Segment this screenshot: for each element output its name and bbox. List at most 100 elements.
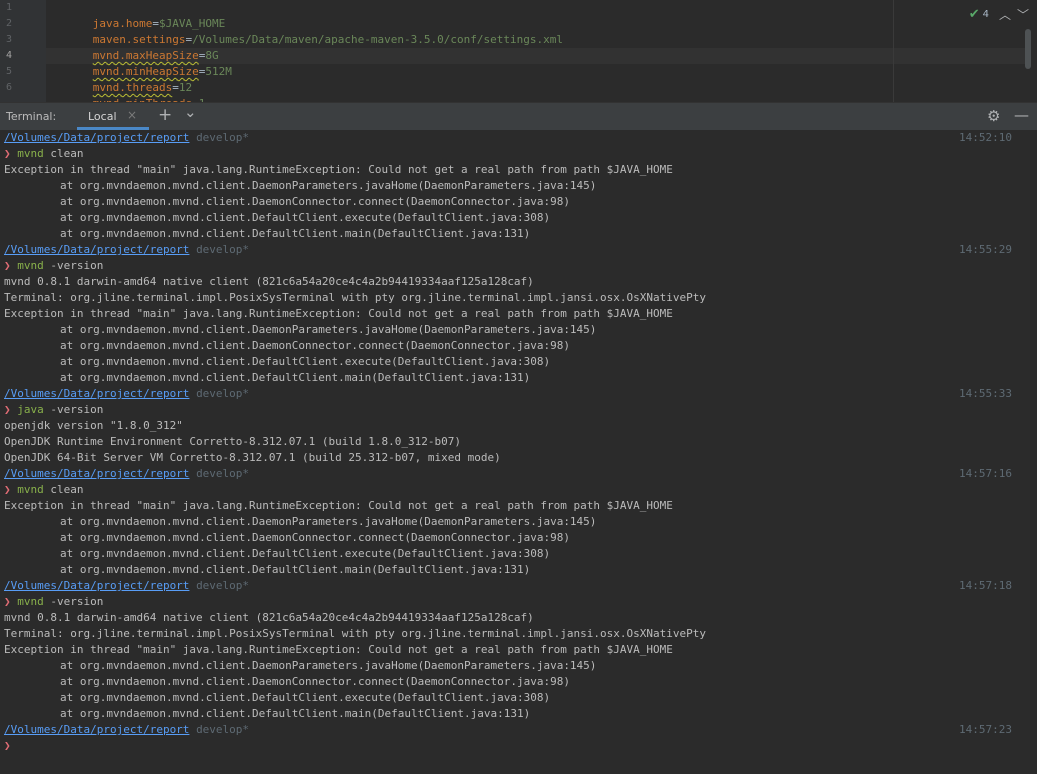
command-name: java [17,403,44,416]
line-number: 2 [5,18,12,29]
prompt-timestamp: 14:52:10 [959,131,1012,144]
prompt-timestamp: 14:55:29 [959,243,1012,256]
output-line: mvnd 0.8.1 darwin-amd64 native client (8… [4,610,1014,626]
command-name: mvnd [17,147,44,160]
editor-scrollbar-thumb[interactable] [1025,29,1031,69]
line-number: 6 [5,82,12,93]
git-branch: develop* [196,243,250,256]
prompt-timestamp: 14:57:16 [959,467,1012,480]
command-args: clean [43,147,84,160]
stack-frame-text: at org.mvndaemon.mvnd.client.DaemonConne… [60,195,570,208]
output-line: openjdk version "1.8.0_312" [4,418,1014,434]
prompt-path-link[interactable]: /Volumes/Data/project/report [4,579,189,592]
checkmark-icon[interactable]: ✔ [969,7,980,22]
prompt-path-link[interactable]: /Volumes/Data/project/report [4,387,189,400]
git-branch: develop* [196,579,250,592]
line-number-current: 4 [5,50,12,61]
stack-frame-text: at org.mvndaemon.mvnd.client.DaemonParam… [60,659,597,672]
stack-trace-line: at org.mvndaemon.mvnd.client.DaemonParam… [4,322,1037,338]
prompt-arrow: ❯ [4,403,11,416]
stack-trace-line: at org.mvndaemon.mvnd.client.DaemonConne… [4,530,1037,546]
output-text: Exception in thread "main" java.lang.Run… [4,499,673,512]
command-args: -version [43,259,104,272]
output-line: Exception in thread "main" java.lang.Run… [4,498,1014,514]
inspection-widget[interactable]: ✔ 4 ︿ ﹀ [969,6,1029,22]
arrow-down-icon[interactable]: ﹀ [1017,6,1029,23]
prompt-path-link[interactable]: /Volumes/Data/project/report [4,131,189,144]
code-line[interactable]: mvnd.minThreads=1 [53,80,206,102]
output-line: mvnd 0.8.1 darwin-amd64 native client (8… [4,274,1014,290]
output-text: Exception in thread "main" java.lang.Run… [4,163,673,176]
stack-trace-line: at org.mvndaemon.mvnd.client.DefaultClie… [4,546,1037,562]
output-text: OpenJDK 64-Bit Server VM Corretto-8.312.… [4,451,501,464]
prompt-line: /Volumes/Data/project/report develop* 14:… [4,578,1014,594]
stack-frame-text: at org.mvndaemon.mvnd.client.DefaultClie… [60,227,531,240]
plus-icon[interactable]: + [158,107,172,124]
prompt-timestamp: 14:55:33 [959,387,1012,400]
output-line: Terminal: org.jline.terminal.impl.PosixS… [4,290,1014,306]
prompt-arrow: ❯ [4,483,11,496]
line-number: 5 [5,66,12,77]
prompt-path-link[interactable]: /Volumes/Data/project/report [4,467,189,480]
command-line: ❯ mvnd clean [4,146,1014,162]
prompt-arrow: ❯ [4,595,11,608]
stack-trace-line: at org.mvndaemon.mvnd.client.DaemonConne… [4,674,1037,690]
git-branch: develop* [196,723,250,736]
command-name: mvnd [17,483,44,496]
stack-frame-text: at org.mvndaemon.mvnd.client.DefaultClie… [60,691,551,704]
command-line: ❯ mvnd -version [4,258,1014,274]
output-line: OpenJDK Runtime Environment Corretto-8.3… [4,434,1014,450]
stack-frame-text: at org.mvndaemon.mvnd.client.DaemonConne… [60,675,570,688]
stack-trace-line: at org.mvndaemon.mvnd.client.DefaultClie… [4,226,1037,242]
stack-trace-line: at org.mvndaemon.mvnd.client.DefaultClie… [4,690,1037,706]
stack-trace-line: at org.mvndaemon.mvnd.client.DefaultClie… [4,706,1037,722]
stack-trace-line: at org.mvndaemon.mvnd.client.DaemonConne… [4,338,1037,354]
stack-frame-text: at org.mvndaemon.mvnd.client.DefaultClie… [60,707,531,720]
prompt-path-link[interactable]: /Volumes/Data/project/report [4,723,189,736]
prompt-timestamp: 14:57:18 [959,579,1012,592]
tab-label: Local [88,110,117,123]
output-text: Terminal: org.jline.terminal.impl.PosixS… [4,291,706,304]
git-branch: develop* [196,131,250,144]
output-text: mvnd 0.8.1 darwin-amd64 native client (8… [4,275,534,288]
output-text: Terminal: org.jline.terminal.impl.PosixS… [4,627,706,640]
prompt-arrow: ❯ [4,259,11,272]
git-branch: develop* [196,467,250,480]
output-line: Terminal: org.jline.terminal.impl.PosixS… [4,626,1014,642]
output-line: Exception in thread "main" java.lang.Run… [4,642,1014,658]
prompt-arrow: ❯ [4,739,11,752]
property-value: 512M [205,65,232,78]
stack-frame-text: at org.mvndaemon.mvnd.client.DaemonParam… [60,515,597,528]
prompt-arrow: ❯ [4,147,11,160]
prompt-path-link[interactable]: /Volumes/Data/project/report [4,243,189,256]
terminal-output[interactable]: /Volumes/Data/project/report develop* 14:… [0,130,1037,774]
properties-editor[interactable]: 1 2 3 4 5 6 java.home=$JAVA_HOME maven.s… [0,0,1037,102]
minimize-icon[interactable]: — [1014,107,1029,123]
arrow-up-icon[interactable]: ︿ [999,6,1011,23]
tab-local[interactable]: Local × [77,103,149,130]
stack-frame-text: at org.mvndaemon.mvnd.client.DaemonConne… [60,531,570,544]
command-line: ❯ mvnd clean [4,482,1014,498]
command-args: -version [43,403,104,416]
close-icon[interactable]: × [127,108,137,122]
stack-frame-text: at org.mvndaemon.mvnd.client.DaemonParam… [60,323,597,336]
chevron-down-icon[interactable]: ⌄ [184,104,197,120]
gear-icon[interactable]: ⚙ [987,108,1000,124]
stack-trace-line: at org.mvndaemon.mvnd.client.DaemonParam… [4,514,1037,530]
output-text: mvnd 0.8.1 darwin-amd64 native client (8… [4,611,534,624]
git-branch: develop* [196,387,250,400]
inspection-count: 4 [982,8,989,20]
prompt-line: /Volumes/Data/project/report develop* 14:… [4,242,1014,258]
prompt-timestamp: 14:57:23 [959,723,1012,736]
line-number: 1 [5,2,12,13]
stack-frame-text: at org.mvndaemon.mvnd.client.DaemonConne… [60,339,570,352]
right-margin-guide [893,0,894,102]
command-line: ❯ mvnd -version [4,594,1014,610]
prompt-line: /Volumes/Data/project/report develop* 14:… [4,722,1014,738]
stack-frame-text: at org.mvndaemon.mvnd.client.DefaultClie… [60,547,551,560]
command-args: -version [43,595,104,608]
command-name: mvnd [17,259,44,272]
stack-trace-line: at org.mvndaemon.mvnd.client.DefaultClie… [4,354,1037,370]
output-text: openjdk version "1.8.0_312" [4,419,183,432]
output-line: Exception in thread "main" java.lang.Run… [4,162,1014,178]
